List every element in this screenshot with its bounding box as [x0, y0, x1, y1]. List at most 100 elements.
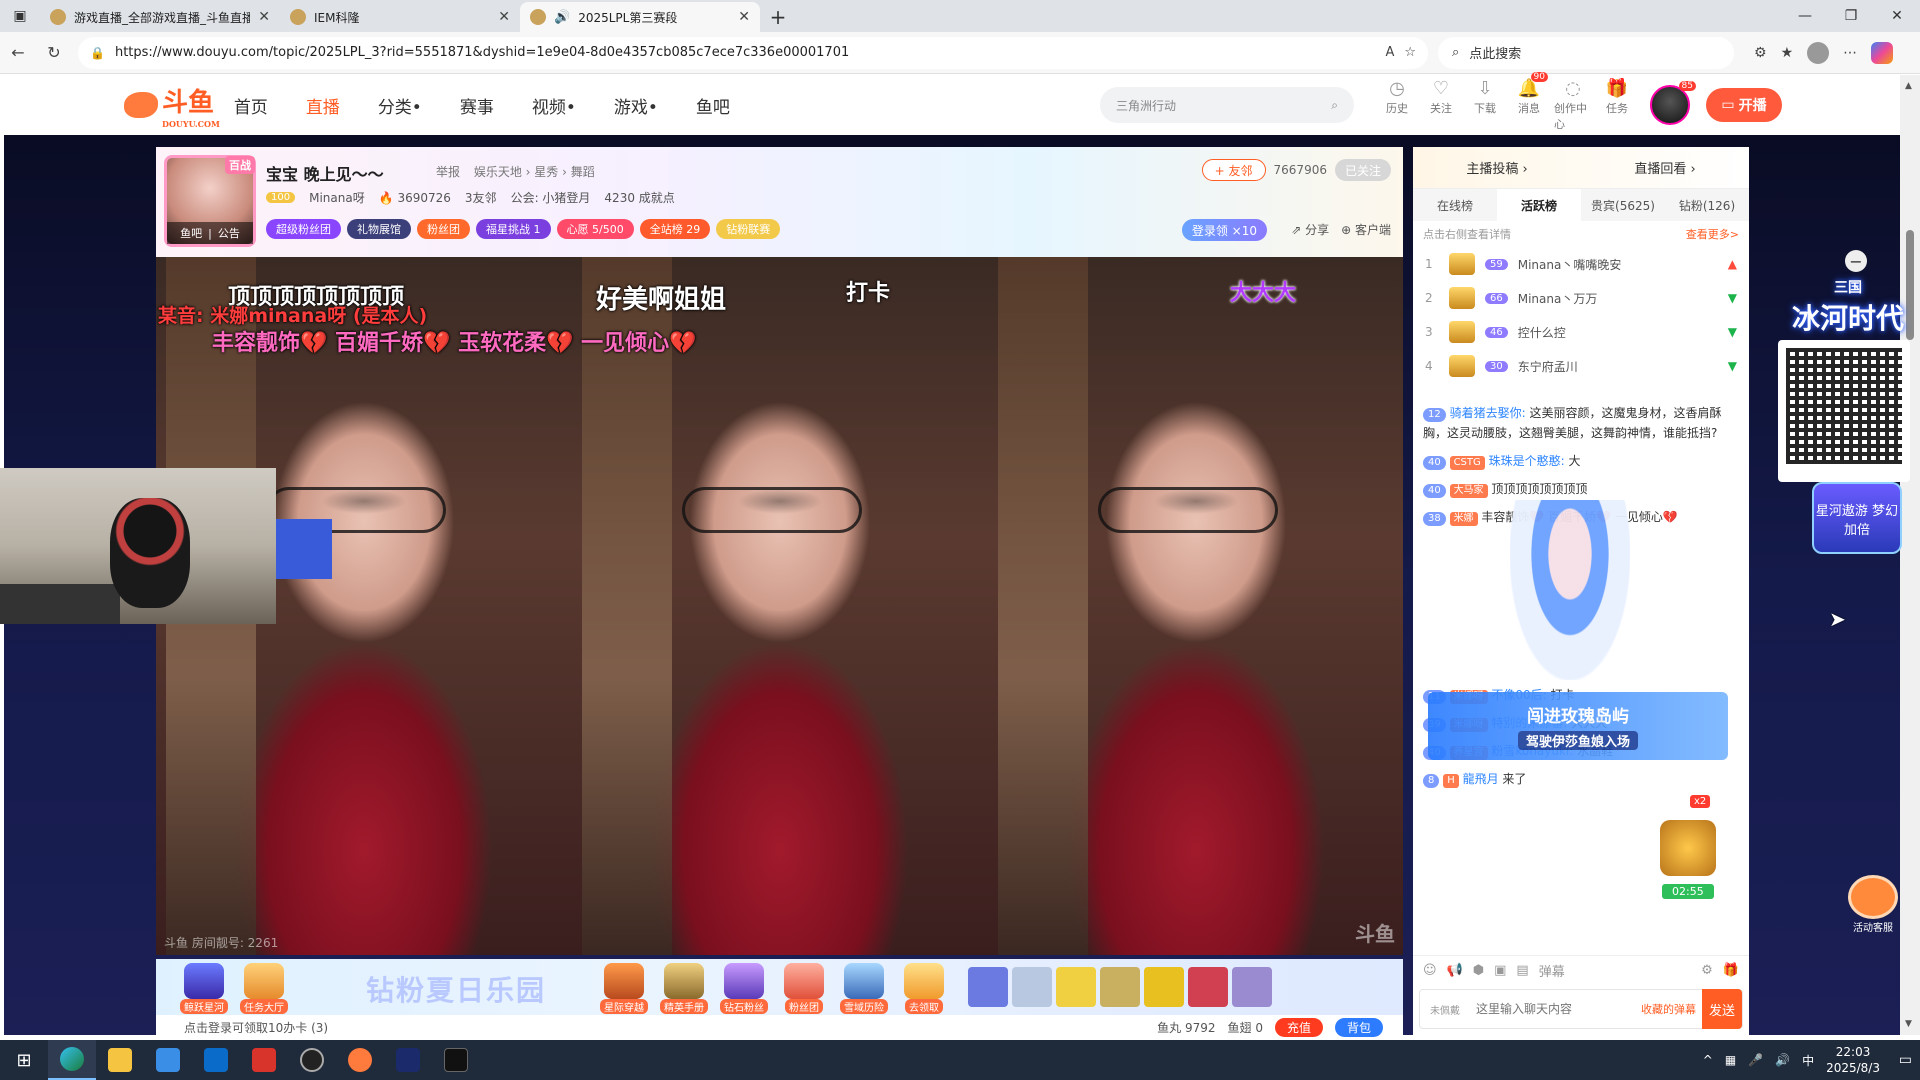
task-button[interactable]: 🎁 任务 — [1598, 78, 1636, 132]
back-icon[interactable]: ← — [0, 37, 36, 69]
favorites-icon[interactable]: ★ — [1781, 45, 1794, 61]
rank-row[interactable]: 4 30 东宁府孟川 ▼ — [1413, 349, 1749, 383]
rose-island-banner[interactable]: 闯进玫瑰岛屿 驾驶伊莎鱼娘入场 — [1428, 692, 1728, 760]
gift-item[interactable]: 鲸跃星河 — [176, 963, 232, 1014]
douyu-logo[interactable]: 斗鱼 DOUYU.COM — [124, 82, 220, 129]
minimize-icon[interactable]: — — [1782, 0, 1828, 32]
search-icon[interactable]: ⌕ — [1331, 98, 1338, 113]
close-tab-icon[interactable]: ✕ — [498, 9, 510, 25]
gift-slot-icon[interactable] — [1100, 967, 1140, 1007]
report-link[interactable]: 举报 — [436, 165, 460, 179]
scroll-up-icon[interactable]: ▲ — [1905, 81, 1912, 91]
nav-category[interactable]: 分类• — [378, 93, 422, 118]
tab-diamond[interactable]: 钻粉(126) — [1665, 189, 1749, 221]
reload-icon[interactable]: ↻ — [36, 37, 72, 69]
streamer-avatar[interactable]: 百战 鱼吧 | 公告 — [164, 155, 256, 247]
copilot-icon[interactable] — [1871, 41, 1894, 64]
extension-icon[interactable]: ⚙ — [1754, 45, 1767, 61]
network-icon[interactable]: ▦ — [1725, 1053, 1736, 1067]
saved-danmu-link[interactable]: 收藏的弹幕 — [1641, 1001, 1696, 1017]
profile-avatar[interactable] — [1807, 41, 1830, 64]
history-button[interactable]: ◷ 历史 — [1378, 78, 1416, 132]
tab-actions-icon[interactable]: ▣ — [0, 0, 40, 32]
gift-slot-icon[interactable] — [1012, 967, 1052, 1007]
category-1[interactable]: 娱乐天地 — [474, 165, 522, 179]
taskbar-z[interactable] — [432, 1040, 480, 1080]
taskbar-wps[interactable] — [240, 1040, 288, 1080]
category-3[interactable]: 舞蹈 — [571, 165, 595, 179]
see-more-link[interactable]: 查看更多> — [1686, 226, 1739, 242]
danmu-style-button[interactable]: 弹幕 — [1539, 961, 1565, 980]
message-button[interactable]: 🔔 90 消息 — [1510, 72, 1548, 132]
ad-title[interactable]: 三国 冰河时代 — [1778, 277, 1918, 337]
notification-icon[interactable]: ▭ — [1899, 1052, 1912, 1068]
guild-name[interactable]: 公会: 小猪登月 — [511, 189, 591, 206]
chat-username[interactable]: 龍飛月 — [1463, 772, 1499, 786]
gift-slot-icon[interactable] — [1188, 967, 1228, 1007]
yuba-link[interactable]: 鱼吧 — [180, 225, 202, 241]
lock-icon[interactable]: 🔒 — [90, 46, 105, 60]
browser-tab-1[interactable]: IEM科隆 ✕ — [280, 2, 520, 32]
gift-red-icon[interactable]: 🎁 — [1723, 963, 1739, 978]
friends-count[interactable]: 3友邻 — [465, 189, 497, 206]
gift-slot-icon[interactable] — [1056, 967, 1096, 1007]
chat-username[interactable]: 珠珠是个憨憨: — [1489, 454, 1565, 468]
site-search-input[interactable]: 三角洲行动 ⌕ — [1100, 87, 1354, 123]
new-tab-button[interactable]: + — [760, 2, 796, 32]
gift-slot-icon[interactable] — [1232, 967, 1272, 1007]
mic-icon[interactable]: 🎤 — [1748, 1053, 1763, 1067]
gift-item[interactable]: 钻石粉丝 — [716, 963, 772, 1014]
tab-active[interactable]: 活跃榜 — [1497, 189, 1581, 221]
close-window-icon[interactable]: ✕ — [1874, 0, 1920, 32]
client-button[interactable]: ⊕ 客户端 — [1341, 221, 1391, 238]
notice-link[interactable]: 公告 — [218, 225, 240, 241]
replay-link[interactable]: 直播回看 › — [1634, 158, 1695, 177]
close-tab-icon[interactable]: ✕ — [738, 9, 750, 25]
creator-center-button[interactable]: ◌ 创作中心 — [1554, 78, 1592, 132]
chat-input[interactable] — [1470, 1002, 1641, 1016]
taskbar-douyu[interactable] — [336, 1040, 384, 1080]
streamer-name[interactable]: Minana呀 — [309, 189, 365, 206]
friend-button[interactable]: + 友邻 — [1201, 159, 1266, 181]
horn-icon[interactable]: 📢 — [1447, 963, 1463, 978]
gift-item[interactable]: 去领取 — [896, 963, 952, 1014]
room-pill[interactable]: 超级粉丝团 — [266, 219, 341, 239]
emoji-icon[interactable]: ☺ — [1423, 963, 1437, 978]
nav-yuba[interactable]: 鱼吧 — [696, 93, 730, 118]
user-avatar[interactable]: 85 — [1650, 81, 1696, 125]
browser-tab-0[interactable]: 游戏直播_全部游戏直播_斗鱼直播 ✕ — [40, 2, 280, 32]
nav-home[interactable]: 首页 — [234, 93, 268, 118]
speaker-icon[interactable]: 🔊 — [554, 10, 570, 25]
taskbar-edge[interactable] — [48, 1040, 96, 1080]
page-scrollbar[interactable]: ▲ ▼ — [1900, 75, 1920, 1035]
start-stream-button[interactable]: ▭ 开播 — [1706, 88, 1782, 122]
tab-vip[interactable]: 贵宾(5625) — [1581, 189, 1665, 221]
restore-icon[interactable]: ❐ — [1828, 0, 1874, 32]
streamer-posts-link[interactable]: 主播投稿 › — [1466, 158, 1527, 177]
rank-row[interactable]: 2 66 Minana丶万万 ▼ — [1413, 281, 1749, 315]
ime-indicator[interactable]: 中 — [1802, 1052, 1814, 1069]
taskbar-se[interactable] — [384, 1040, 432, 1080]
taskbar-store[interactable] — [144, 1040, 192, 1080]
scroll-down-icon[interactable]: ▼ — [1905, 1019, 1912, 1029]
room-pill[interactable]: 全站榜 29 — [639, 219, 711, 239]
room-pill[interactable]: 粉丝团 — [417, 219, 470, 239]
more-menu-icon[interactable]: ⋯ — [1843, 45, 1857, 61]
webcam-overlay[interactable] — [0, 468, 276, 624]
treasure-chest-icon[interactable] — [1660, 820, 1716, 876]
clock[interactable]: 22:03 2025/8/3 — [1826, 1044, 1880, 1076]
promo-banner[interactable]: 钻粉夏日乐园 — [366, 969, 546, 1009]
achievement-points[interactable]: 4230 成就点 — [604, 189, 674, 206]
nav-live[interactable]: 直播 — [306, 93, 340, 118]
video-player[interactable]: 顶顶顶顶顶顶顶顶 好美啊姐姐 打卡 大大大 某音: 米娜minana呀 (是本人… — [156, 257, 1403, 955]
service-button[interactable]: 活动客服 — [1846, 875, 1900, 934]
taskbar-app6[interactable] — [288, 1040, 336, 1080]
browser-tab-2[interactable]: 🔊 2025LPL第三赛段 ✕ — [520, 2, 760, 32]
bag-button[interactable]: 背包 — [1334, 1017, 1383, 1037]
nav-events[interactable]: 赛事 — [460, 93, 494, 118]
followed-button[interactable]: 已关注 — [1334, 159, 1391, 181]
settings-icon[interactable]: ⚙ — [1701, 963, 1713, 978]
badge-icon[interactable]: ⬢ — [1473, 963, 1484, 978]
fan-icon[interactable]: ▣ — [1494, 963, 1506, 978]
chat-username[interactable]: 骑着猪去娶你: — [1450, 406, 1526, 420]
